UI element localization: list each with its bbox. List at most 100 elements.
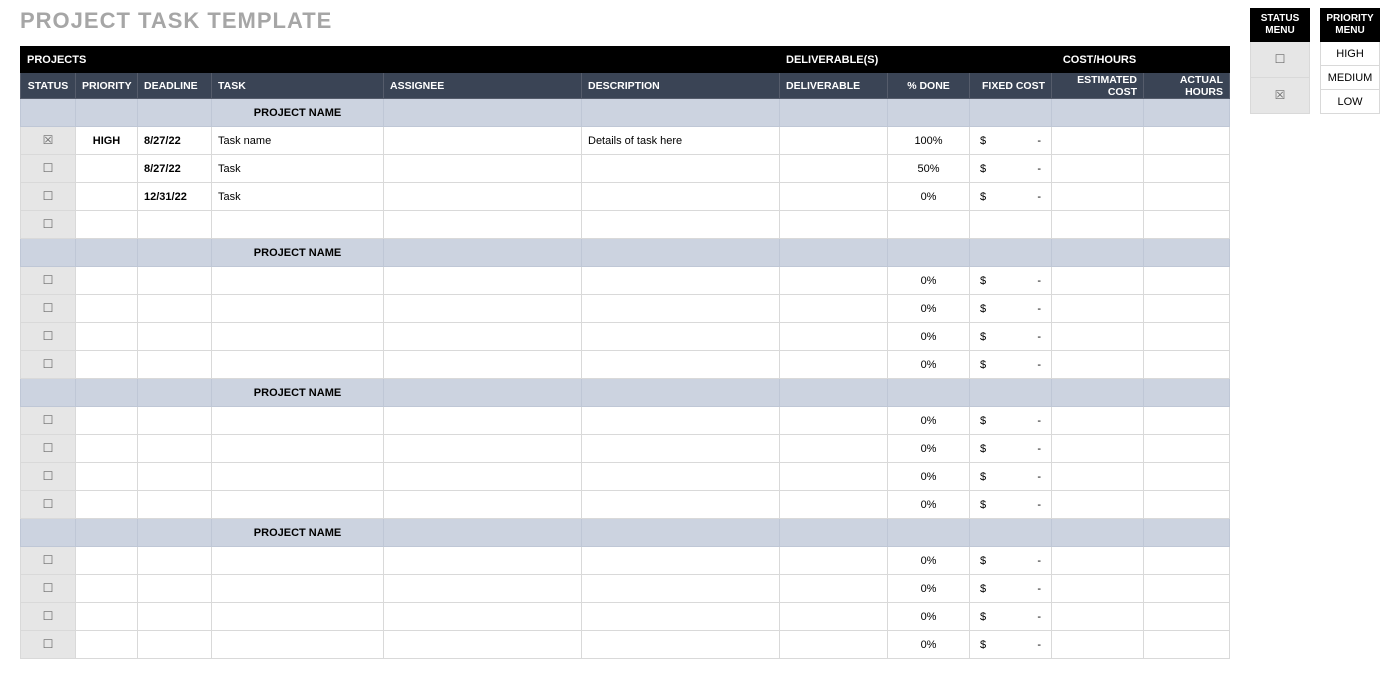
- priority-cell[interactable]: [76, 267, 138, 295]
- priority-cell[interactable]: [76, 351, 138, 379]
- fixed-cost-cell[interactable]: $-: [970, 155, 1052, 183]
- task-cell[interactable]: [212, 463, 384, 491]
- actual-hours-cell[interactable]: [1144, 603, 1230, 631]
- priority-cell[interactable]: [76, 435, 138, 463]
- assignee-cell[interactable]: [384, 295, 582, 323]
- description-cell[interactable]: [582, 323, 780, 351]
- actual-hours-cell[interactable]: [1144, 463, 1230, 491]
- status-checkbox[interactable]: ☐: [21, 463, 76, 491]
- status-checkbox[interactable]: ☐: [21, 547, 76, 575]
- deadline-cell[interactable]: 8/27/22: [138, 127, 212, 155]
- fixed-cost-cell[interactable]: $-: [970, 575, 1052, 603]
- fixed-cost-cell[interactable]: $-: [970, 631, 1052, 659]
- deliverable-cell[interactable]: [780, 155, 888, 183]
- pct-done-cell[interactable]: 0%: [888, 603, 970, 631]
- actual-hours-cell[interactable]: [1144, 407, 1230, 435]
- actual-hours-cell[interactable]: [1144, 183, 1230, 211]
- status-checkbox[interactable]: ☐: [21, 603, 76, 631]
- est-cost-cell[interactable]: [1052, 435, 1144, 463]
- deliverable-cell[interactable]: [780, 323, 888, 351]
- priority-cell[interactable]: HIGH: [76, 127, 138, 155]
- fixed-cost-cell[interactable]: $-: [970, 183, 1052, 211]
- pct-done-cell[interactable]: 0%: [888, 267, 970, 295]
- actual-hours-cell[interactable]: [1144, 127, 1230, 155]
- status-checkbox[interactable]: ☐: [21, 323, 76, 351]
- task-cell[interactable]: [212, 267, 384, 295]
- deliverable-cell[interactable]: [780, 407, 888, 435]
- status-checkbox[interactable]: ☐: [21, 631, 76, 659]
- status-checkbox[interactable]: ☐: [21, 155, 76, 183]
- pct-done-cell[interactable]: 0%: [888, 547, 970, 575]
- project-name-cell[interactable]: PROJECT NAME: [212, 239, 384, 267]
- pct-done-cell[interactable]: 0%: [888, 491, 970, 519]
- description-cell[interactable]: [582, 211, 780, 239]
- assignee-cell[interactable]: [384, 267, 582, 295]
- actual-hours-cell[interactable]: [1144, 267, 1230, 295]
- task-cell[interactable]: [212, 603, 384, 631]
- priority-menu-item[interactable]: LOW: [1321, 90, 1380, 114]
- actual-hours-cell[interactable]: [1144, 491, 1230, 519]
- status-menu-item[interactable]: ☐: [1251, 42, 1310, 78]
- task-cell[interactable]: [212, 575, 384, 603]
- deadline-cell[interactable]: [138, 351, 212, 379]
- assignee-cell[interactable]: [384, 127, 582, 155]
- fixed-cost-cell[interactable]: $-: [970, 323, 1052, 351]
- assignee-cell[interactable]: [384, 491, 582, 519]
- task-cell[interactable]: [212, 435, 384, 463]
- assignee-cell[interactable]: [384, 351, 582, 379]
- fixed-cost-cell[interactable]: $-: [970, 407, 1052, 435]
- est-cost-cell[interactable]: [1052, 183, 1144, 211]
- deadline-cell[interactable]: 12/31/22: [138, 183, 212, 211]
- actual-hours-cell[interactable]: [1144, 351, 1230, 379]
- pct-done-cell[interactable]: 0%: [888, 295, 970, 323]
- pct-done-cell[interactable]: 0%: [888, 323, 970, 351]
- deadline-cell[interactable]: [138, 547, 212, 575]
- priority-cell[interactable]: [76, 211, 138, 239]
- deadline-cell[interactable]: [138, 407, 212, 435]
- est-cost-cell[interactable]: [1052, 211, 1144, 239]
- priority-cell[interactable]: [76, 323, 138, 351]
- est-cost-cell[interactable]: [1052, 351, 1144, 379]
- description-cell[interactable]: [582, 491, 780, 519]
- est-cost-cell[interactable]: [1052, 463, 1144, 491]
- deliverable-cell[interactable]: [780, 351, 888, 379]
- priority-cell[interactable]: [76, 603, 138, 631]
- priority-cell[interactable]: [76, 547, 138, 575]
- task-cell[interactable]: [212, 295, 384, 323]
- deadline-cell[interactable]: [138, 267, 212, 295]
- deadline-cell[interactable]: 8/27/22: [138, 155, 212, 183]
- task-cell[interactable]: [212, 323, 384, 351]
- description-cell[interactable]: [582, 603, 780, 631]
- fixed-cost-cell[interactable]: $-: [970, 547, 1052, 575]
- deadline-cell[interactable]: [138, 575, 212, 603]
- status-checkbox[interactable]: ☐: [21, 183, 76, 211]
- deadline-cell[interactable]: [138, 295, 212, 323]
- actual-hours-cell[interactable]: [1144, 547, 1230, 575]
- deliverable-cell[interactable]: [780, 631, 888, 659]
- actual-hours-cell[interactable]: [1144, 631, 1230, 659]
- fixed-cost-cell[interactable]: $-: [970, 351, 1052, 379]
- status-checkbox[interactable]: ☐: [21, 351, 76, 379]
- deliverable-cell[interactable]: [780, 575, 888, 603]
- fixed-cost-cell[interactable]: [970, 211, 1052, 239]
- est-cost-cell[interactable]: [1052, 323, 1144, 351]
- est-cost-cell[interactable]: [1052, 407, 1144, 435]
- deadline-cell[interactable]: [138, 603, 212, 631]
- fixed-cost-cell[interactable]: $-: [970, 435, 1052, 463]
- assignee-cell[interactable]: [384, 323, 582, 351]
- priority-menu-item[interactable]: HIGH: [1321, 42, 1380, 66]
- description-cell[interactable]: [582, 183, 780, 211]
- assignee-cell[interactable]: [384, 547, 582, 575]
- est-cost-cell[interactable]: [1052, 603, 1144, 631]
- actual-hours-cell[interactable]: [1144, 575, 1230, 603]
- fixed-cost-cell[interactable]: $-: [970, 267, 1052, 295]
- fixed-cost-cell[interactable]: $-: [970, 127, 1052, 155]
- status-checkbox[interactable]: ☐: [21, 491, 76, 519]
- assignee-cell[interactable]: [384, 407, 582, 435]
- priority-cell[interactable]: [76, 463, 138, 491]
- assignee-cell[interactable]: [384, 603, 582, 631]
- priority-menu-item[interactable]: MEDIUM: [1321, 66, 1380, 90]
- deliverable-cell[interactable]: [780, 491, 888, 519]
- actual-hours-cell[interactable]: [1144, 211, 1230, 239]
- pct-done-cell[interactable]: [888, 211, 970, 239]
